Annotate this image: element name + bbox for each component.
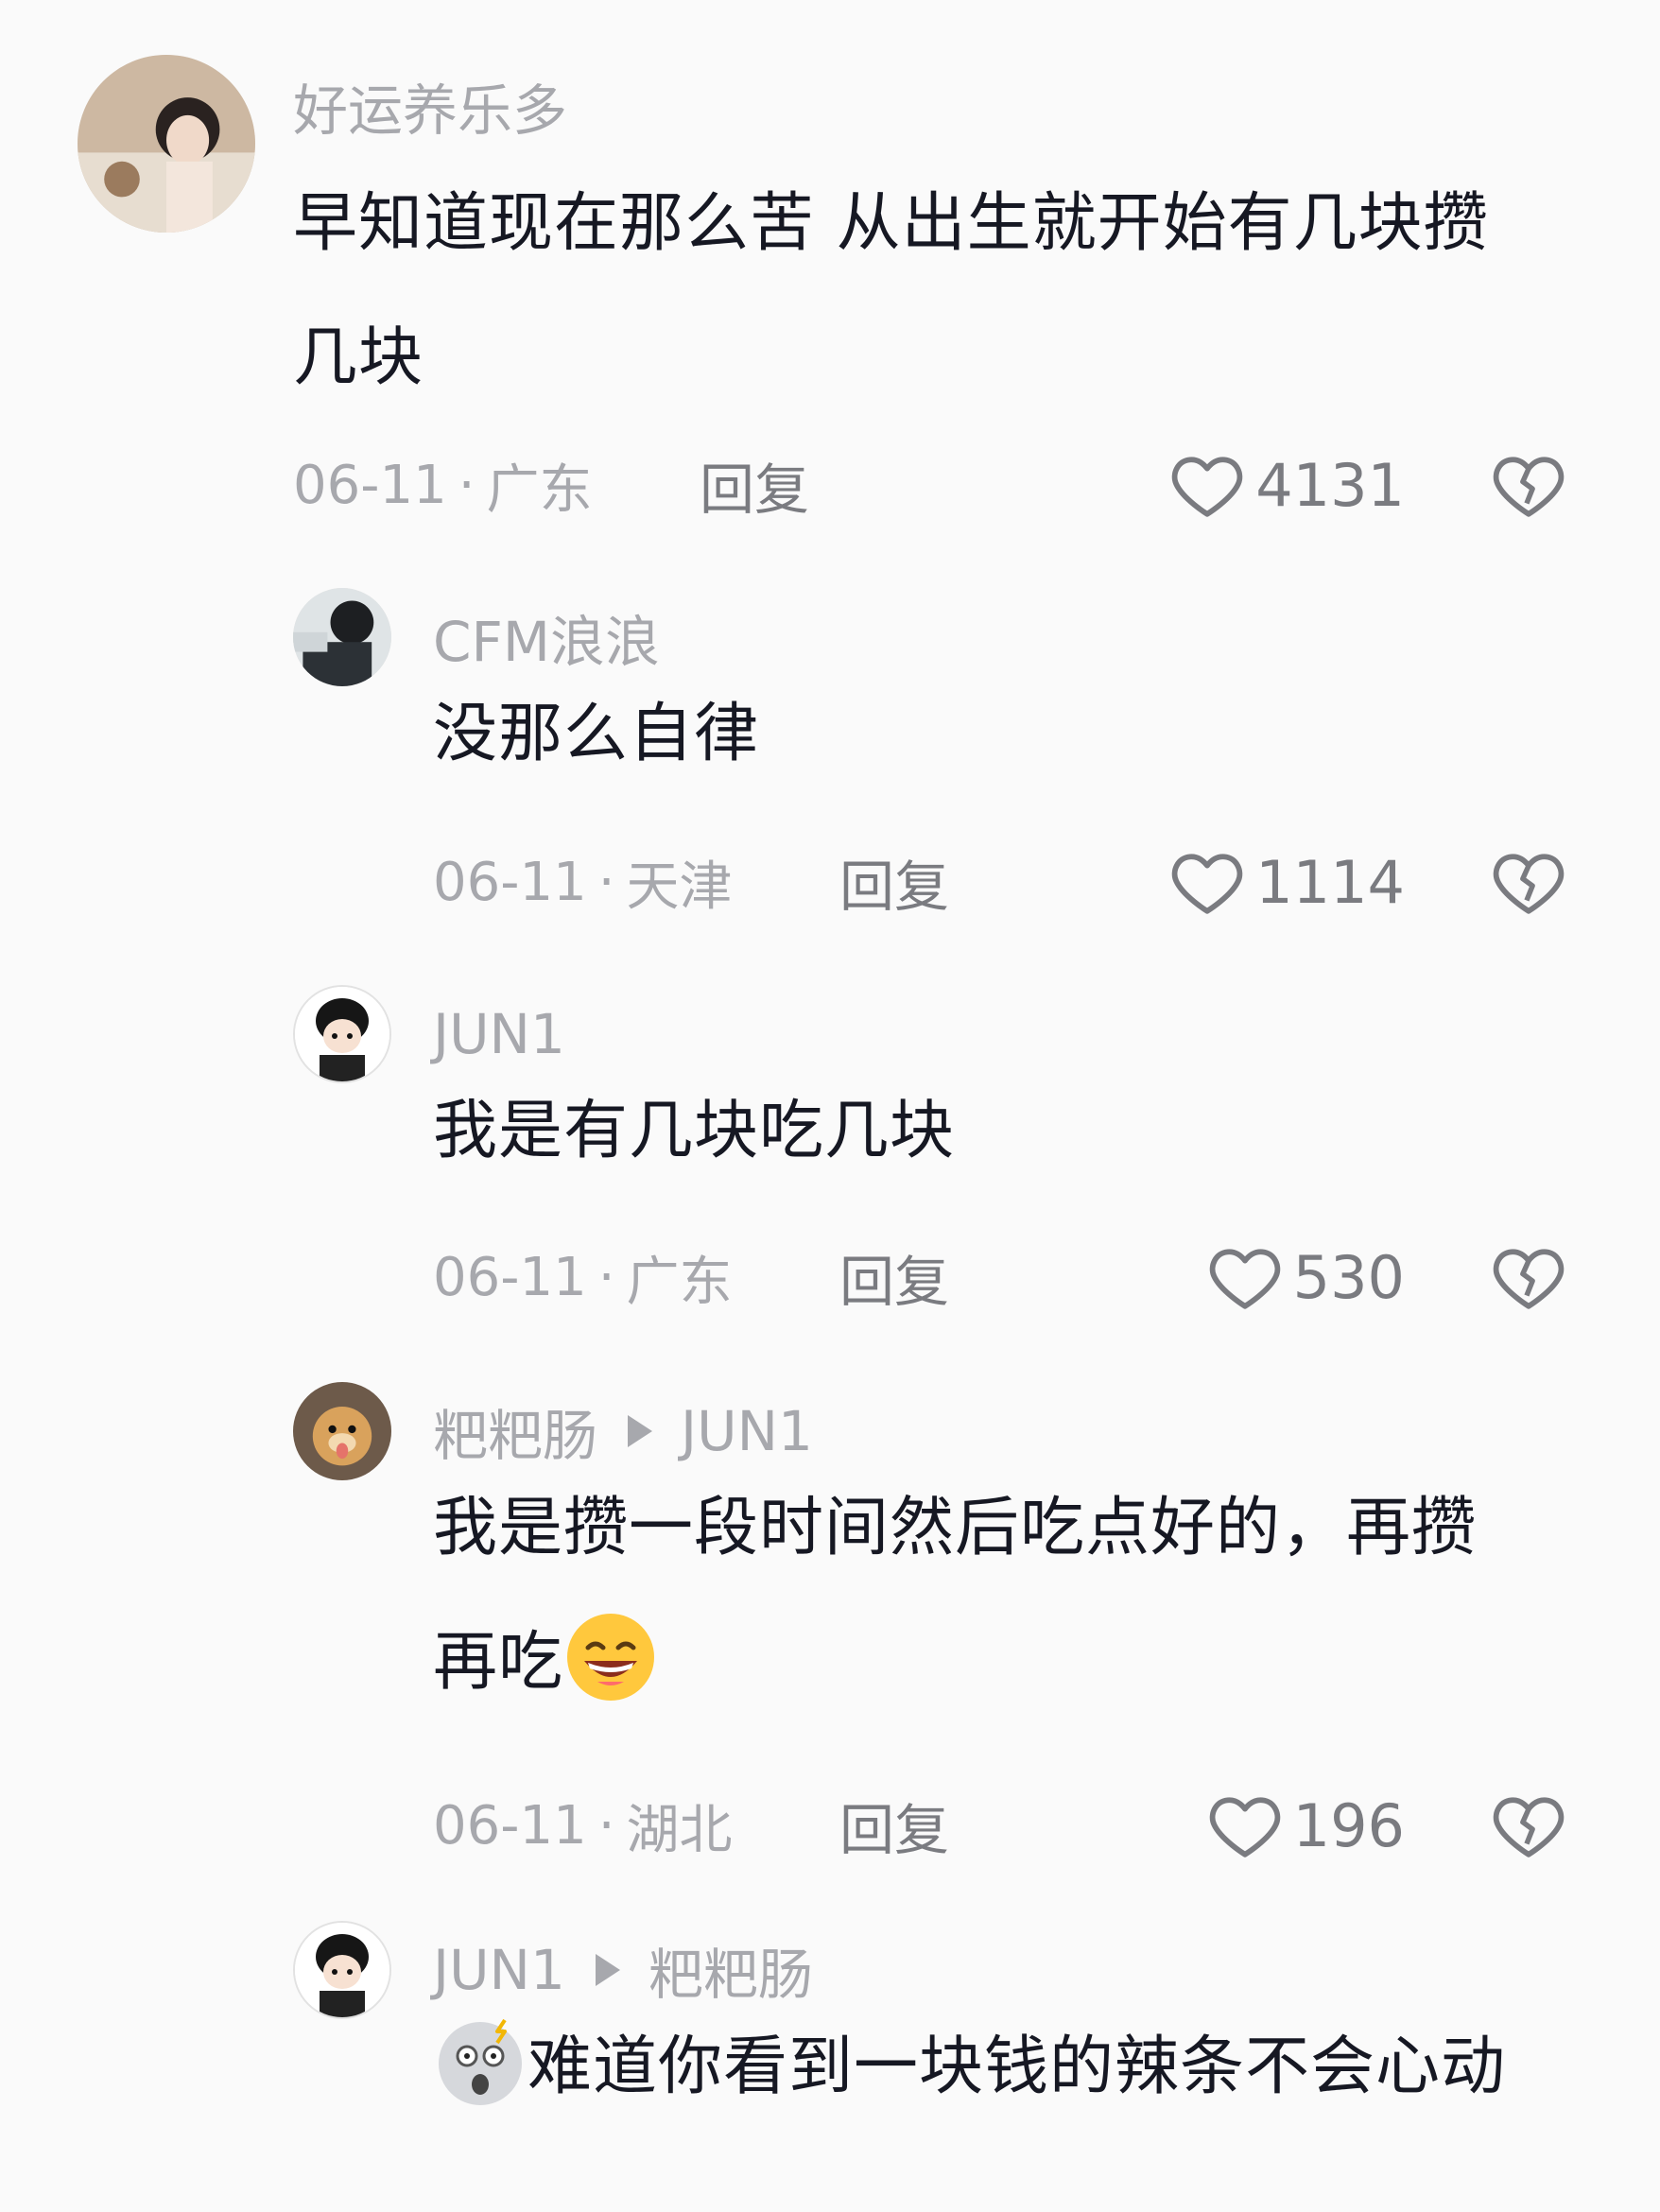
comment-date: 06-11: [293, 454, 447, 516]
username[interactable]: CFM浪浪: [433, 599, 660, 675]
meta-separator: ·: [597, 1246, 615, 1308]
reply-target-username[interactable]: JUN1: [681, 1399, 813, 1463]
like-button[interactable]: 4131: [1168, 442, 1405, 527]
broken-heart-icon: [1493, 854, 1565, 914]
user-avatar-image: [293, 1382, 391, 1480]
comment-meta: 06-11 · 广东: [293, 442, 593, 527]
heart-outline-icon: [1171, 457, 1243, 517]
comment-location: 广东: [626, 1251, 733, 1313]
reply-button[interactable]: 回复: [839, 1235, 949, 1320]
broken-heart-icon: [1493, 1797, 1565, 1858]
comment-text: 难道你看到一块钱的辣条不会心动: [433, 2000, 1624, 2134]
reply-item: 粑粑肠 JUN1 我是攒一段时间然后吃点好的，再攒 再吃 06-11 · 湖北 …: [0, 1361, 1660, 1891]
comment-item: 好运养乐多 早知道现在那么苦 从出生就开始有几块攒 几块 06-11 · 广东 …: [0, 0, 1660, 529]
play-triangle-icon: [595, 1954, 620, 1986]
comment-text: 早知道现在那么苦 从出生就开始有几块攒 几块: [293, 186, 1489, 395]
dislike-button[interactable]: [1490, 1235, 1567, 1320]
heart-outline-icon: [1171, 854, 1243, 914]
meta-separator: ·: [597, 851, 615, 913]
user-avatar-image: [78, 55, 255, 233]
comment-text: 我是有几块吃几块: [433, 1094, 956, 1168]
like-button[interactable]: 1114: [1168, 839, 1405, 925]
username[interactable]: JUN1: [433, 996, 565, 1072]
broken-heart-icon: [1493, 457, 1565, 517]
avatar[interactable]: [293, 588, 391, 686]
play-triangle-icon: [628, 1415, 653, 1447]
dislike-button[interactable]: [1490, 1783, 1567, 1868]
comment-location: 广东: [486, 458, 593, 521]
like-count: 530: [1292, 1242, 1405, 1312]
grinning-emoji: [567, 1614, 655, 1701]
like-count: 196: [1292, 1790, 1405, 1860]
broken-heart-icon: [1493, 1249, 1565, 1309]
avatar[interactable]: [293, 985, 391, 1083]
comment-date: 06-11: [433, 1794, 587, 1857]
meta-separator: ·: [458, 454, 476, 516]
meta-separator: ·: [597, 1794, 615, 1857]
comment-text: 我是攒一段时间然后吃点好的，再攒 再吃: [433, 1461, 1605, 1730]
comment-meta: 06-11 · 广东: [433, 1235, 733, 1320]
like-count: 1114: [1255, 847, 1405, 917]
reply-item: JUN1 我是有几块吃几块 06-11 · 广东 回复 530: [0, 964, 1660, 1342]
dislike-button[interactable]: [1490, 839, 1567, 925]
reply-item: JUN1 粑粑肠 难道你看到一块钱的辣条不会心动: [0, 1900, 1660, 2212]
comment-date: 06-11: [433, 1246, 587, 1308]
avatar[interactable]: [293, 1382, 391, 1480]
username[interactable]: 粑粑肠: [433, 1391, 597, 1471]
username[interactable]: 好运养乐多: [293, 68, 567, 144]
comment-meta: 06-11 · 湖北: [433, 1783, 733, 1868]
dislike-button[interactable]: [1490, 442, 1567, 527]
comment-location: 天津: [626, 855, 733, 918]
shocked-emoji: [439, 2018, 522, 2105]
heart-outline-icon: [1209, 1797, 1280, 1858]
avatar[interactable]: [293, 1921, 391, 2019]
username-row: JUN1 粑粑肠: [433, 1932, 813, 2008]
username[interactable]: JUN1: [433, 1938, 565, 2002]
comment-location: 湖北: [626, 1799, 733, 1861]
user-avatar-image: [293, 588, 391, 686]
heart-outline-icon: [1209, 1249, 1280, 1309]
user-avatar-image: [295, 1923, 389, 2017]
reply-target-username[interactable]: 粑粑肠: [648, 1930, 813, 2010]
comment-date: 06-11: [433, 851, 587, 913]
reply-item: CFM浪浪 没那么自律 06-11 · 天津 回复 1114: [0, 567, 1660, 945]
user-avatar-image: [295, 987, 389, 1081]
like-button[interactable]: 530: [1206, 1235, 1405, 1320]
reply-button[interactable]: 回复: [839, 839, 949, 925]
like-button[interactable]: 196: [1206, 1783, 1405, 1868]
username-row: 粑粑肠 JUN1: [433, 1393, 813, 1469]
reply-button[interactable]: 回复: [839, 1783, 949, 1868]
comment-text: 没那么自律: [433, 697, 760, 771]
avatar[interactable]: [78, 55, 255, 233]
like-count: 4131: [1255, 450, 1405, 520]
comment-meta: 06-11 · 天津: [433, 839, 733, 925]
reply-button[interactable]: 回复: [700, 442, 809, 527]
